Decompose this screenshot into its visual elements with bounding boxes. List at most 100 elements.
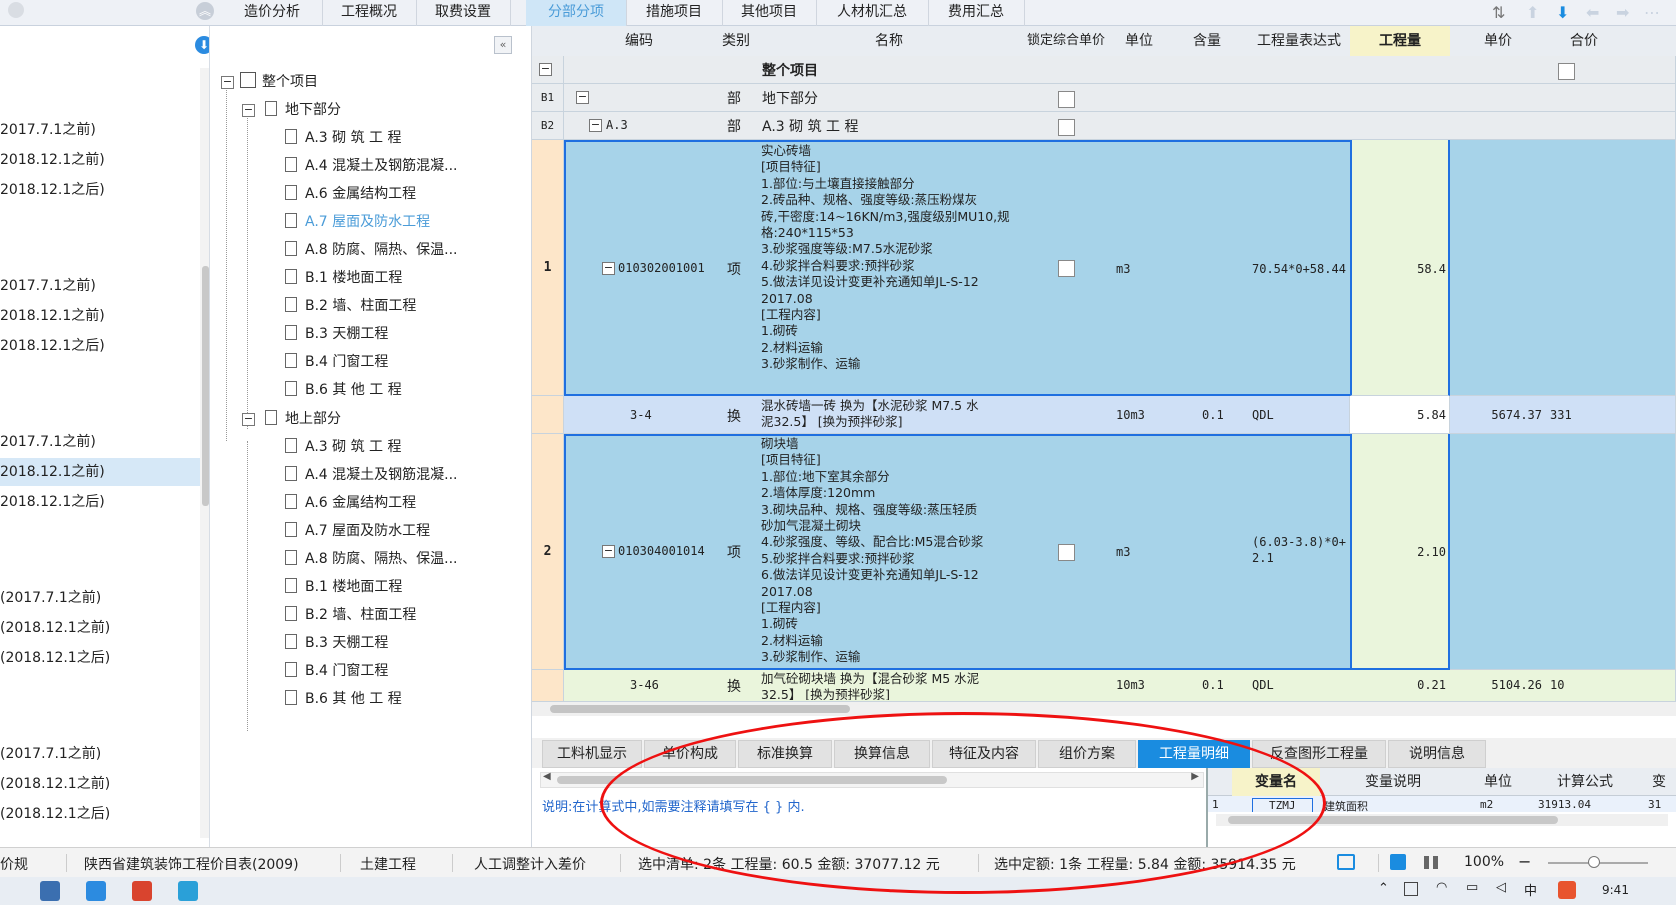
tree-item[interactable]: A.8 防腐、隔热、保温... [285, 236, 458, 264]
tree-item[interactable]: B.3 天棚工程 [285, 320, 388, 348]
list-item[interactable]: 2018.12.1之前) [0, 146, 200, 174]
tree-item[interactable]: B.4 门窗工程 [285, 348, 388, 376]
tree-item[interactable]: B.3 天棚工程 [285, 629, 388, 657]
network-icon[interactable]: ▭ [1466, 880, 1478, 895]
view-columns-icon[interactable] [1424, 856, 1438, 869]
list-item[interactable]: (2017.7.1之前) [0, 584, 200, 612]
list-item[interactable]: (2018.12.1之前) [0, 614, 200, 642]
list-item[interactable]: (2018.12.1之前) [0, 770, 200, 798]
list-item[interactable]: 2018.12.1之后) [0, 332, 200, 360]
ime-icon[interactable]: 中 [1524, 880, 1537, 899]
app-tray-icon[interactable] [1558, 881, 1576, 899]
var-header-unit[interactable]: 单位 [1466, 768, 1530, 796]
tree-item[interactable]: B.6 其 他 工 程 [285, 685, 402, 713]
grid-header-code[interactable]: 编码 [564, 26, 715, 57]
tree-item[interactable]: A.3 砌 筑 工 程 [285, 433, 402, 461]
grid-header-name[interactable]: 名称 [758, 26, 1021, 57]
sort-icon[interactable]: ⇅ [1492, 3, 1505, 22]
grid-header-unit-price[interactable]: 单价 [1450, 26, 1547, 57]
tree-collapse-icon[interactable]: − [602, 262, 615, 275]
tree-item[interactable]: B.2 墙、柱面工程 [285, 292, 416, 320]
list-item[interactable]: (2017.7.1之前) [0, 740, 200, 768]
table-row[interactable] [564, 56, 1676, 84]
list-item[interactable]: 2018.12.1之后) [0, 176, 200, 204]
tray-icon[interactable] [1404, 882, 1418, 896]
var-header-formula[interactable]: 计算公式 [1530, 768, 1640, 796]
list-item[interactable]: 2017.7.1之前) [0, 116, 200, 144]
tree-collapse-icon[interactable]: − [242, 413, 255, 426]
tab-fee-settings[interactable]: 取费设置 [416, 0, 511, 26]
volume-icon[interactable]: ◁ [1496, 880, 1506, 895]
tree-item-active[interactable]: A.7 屋面及防水工程 [285, 208, 430, 236]
tab-division-items[interactable]: 分部分项 [526, 0, 627, 26]
tab-description-info[interactable]: 说明信息 [1388, 740, 1486, 768]
zoom-slider-handle[interactable] [1588, 856, 1600, 868]
tree-node-aboveground[interactable]: 地上部分 [265, 405, 341, 433]
tree-item[interactable]: A.3 砌 筑 工 程 [285, 124, 402, 152]
status-labor-adjust[interactable]: 人工调整计入差价 [474, 854, 586, 874]
tree-collapse-icon[interactable]: − [576, 91, 589, 104]
var-header-desc[interactable]: 变量说明 [1320, 768, 1466, 796]
move-left-icon[interactable]: ⬅ [1586, 3, 1599, 22]
collapse-pane-icon[interactable]: « [494, 36, 512, 54]
move-down-icon[interactable]: ⬇ [1556, 3, 1569, 22]
collapse-up-icon[interactable]: ︽ [196, 2, 214, 20]
collapse-left-icon[interactable] [8, 2, 24, 18]
list-item[interactable]: 2018.12.1之前) [0, 458, 200, 486]
tab-fee-summary[interactable]: 费用汇总 [928, 0, 1025, 26]
grid-header-lock-price[interactable]: 锁定综合单价 [1020, 26, 1113, 57]
tab-measures[interactable]: 措施项目 [626, 0, 723, 26]
tab-cost-analysis[interactable]: 造价分析 [222, 0, 323, 26]
tab-other-items[interactable]: 其他项目 [722, 0, 817, 26]
lock-checkbox[interactable] [1058, 544, 1075, 561]
var-header-extra[interactable]: 变 [1640, 768, 1676, 796]
grid-header-unit[interactable]: 单位 [1112, 26, 1167, 57]
list-item[interactable]: (2018.12.1之后) [0, 644, 200, 672]
wifi-icon[interactable]: ◠ [1436, 880, 1447, 895]
tree-item[interactable]: B.1 楼地面工程 [285, 264, 402, 292]
tree-collapse-icon[interactable]: − [602, 545, 615, 558]
tree-item[interactable]: A.6 金属结构工程 [285, 180, 416, 208]
lock-checkbox[interactable] [1058, 260, 1075, 277]
more-icon[interactable]: ⋯ [1644, 3, 1660, 22]
app-icon[interactable] [132, 881, 152, 901]
tree-item[interactable]: A.4 混凝土及钢筋混凝... [285, 152, 458, 180]
list-item[interactable]: (2018.12.1之后) [0, 800, 200, 828]
grid-h-scrollbar-thumb[interactable] [550, 705, 850, 713]
tree-root[interactable]: 整个项目 [240, 68, 318, 96]
list-item[interactable]: 2017.7.1之前) [0, 272, 200, 300]
app-icon[interactable] [40, 881, 60, 901]
tree-item[interactable]: A.6 金属结构工程 [285, 489, 416, 517]
grid-header-quantity[interactable]: 工程量 [1350, 26, 1451, 57]
layout-icon[interactable] [1337, 854, 1355, 870]
list-item[interactable]: 2018.12.1之后) [0, 488, 200, 516]
grid-header-category[interactable]: 类别 [714, 26, 759, 57]
tree-collapse-icon[interactable]: − [221, 76, 234, 89]
tray-up-icon[interactable]: ⌃ [1378, 881, 1389, 896]
tree-node-underground[interactable]: 地下部分 [265, 96, 341, 124]
status-price-table[interactable]: 陕西省建筑装饰工程价目表(2009) [84, 854, 299, 874]
scroll-left-icon[interactable]: ◀ [543, 771, 551, 782]
app-icon[interactable] [86, 881, 106, 901]
tab-labor-material[interactable]: 工料机显示 [542, 740, 642, 768]
tree-item[interactable]: A.8 防腐、隔热、保温... [285, 545, 458, 573]
grid-header-content[interactable]: 含量 [1166, 26, 1249, 57]
tree-item[interactable]: B.1 楼地面工程 [285, 573, 402, 601]
lock-checkbox[interactable] [1558, 63, 1575, 80]
tree-item[interactable]: B.4 门窗工程 [285, 657, 388, 685]
download-icon[interactable]: ⬇ [195, 36, 209, 54]
status-project-type[interactable]: 土建工程 [360, 854, 416, 874]
zoom-out-icon[interactable]: − [1518, 852, 1531, 871]
move-up-icon[interactable]: ⬆ [1526, 3, 1539, 22]
tree-collapse-icon[interactable]: − [589, 119, 602, 132]
grid-header-total[interactable]: 合价 [1546, 26, 1676, 57]
list-item[interactable]: 2017.7.1之前) [0, 428, 200, 456]
tree-item[interactable]: A.4 混凝土及钢筋混凝... [285, 461, 458, 489]
left-scrollbar-thumb[interactable] [202, 266, 209, 506]
view-split-icon[interactable] [1390, 854, 1406, 870]
tab-project-overview[interactable]: 工程概况 [322, 0, 417, 26]
grid-header-expression[interactable]: 工程量表达式 [1248, 26, 1351, 57]
tree-collapse-icon[interactable]: − [242, 104, 255, 117]
tree-item[interactable]: B.6 其 他 工 程 [285, 376, 402, 404]
tree-item[interactable]: B.2 墙、柱面工程 [285, 601, 416, 629]
